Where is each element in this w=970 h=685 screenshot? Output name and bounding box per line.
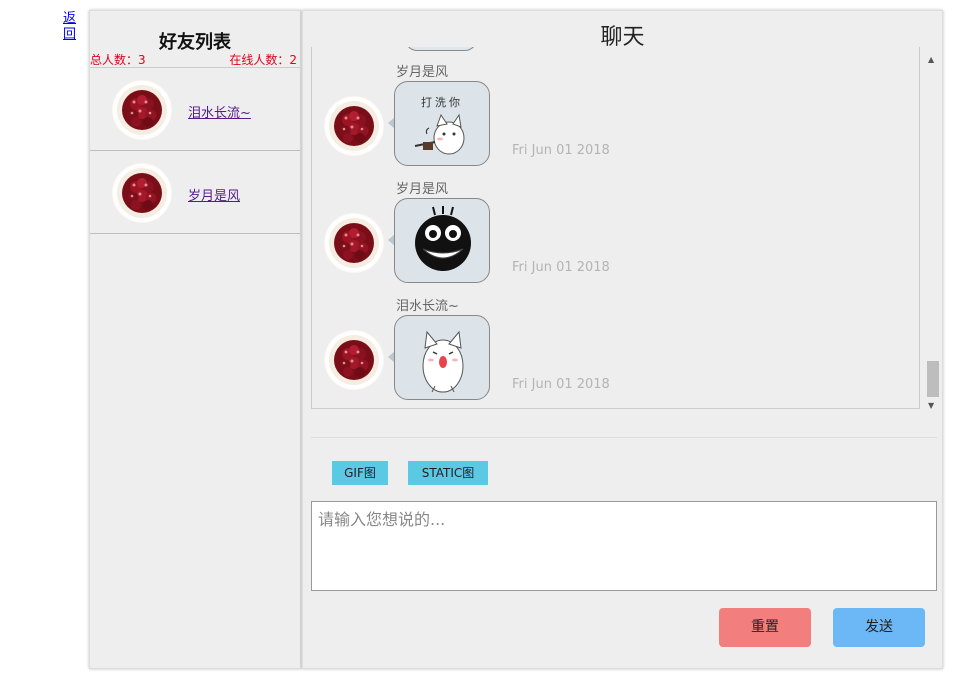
white-cat-cry-sticker-icon [422,330,464,393]
message-bubble [394,198,490,283]
cherries-avatar-icon [324,213,384,273]
message-time: Fri Jun 01 2018 [512,260,610,275]
reset-button[interactable]: 重置 [719,608,811,647]
cherries-avatar-icon [324,330,384,390]
message-item: 泪水长流~ Fri Jun 01 2018 [312,295,912,408]
send-button[interactable]: 发送 [833,608,925,647]
friend-name-link[interactable]: 岁月是风 [188,185,240,204]
cherries-avatar-icon [324,96,384,156]
scroll-thumb[interactable] [927,361,939,397]
friends-panel: 好友列表 总人数：3 在线人数：2 泪水长流~ 岁月是风 [89,10,301,669]
friend-list: 泪水长流~ 岁月是风 [90,67,300,234]
friend-counts: 总人数：3 在线人数：2 [90,51,300,67]
black-blob-grin-sticker-icon [415,206,471,271]
message-scrollbar[interactable]: ▲ ▼ [924,47,942,415]
scroll-up-arrow-icon[interactable]: ▲ [928,55,934,64]
message-sender: 泪水长流~ [396,299,459,314]
total-count: 总人数：3 [90,53,146,67]
message-time: Fri Jun 01 2018 [512,377,610,392]
friend-name-link[interactable]: 泪水长流~ [188,102,251,121]
message-list[interactable]: 岁月是风 打洗你 Fri Jun 01 2018 岁月是风 Fri Jun 01… [311,47,920,409]
message-input[interactable] [311,501,937,591]
message-bubble: 打洗你 [394,81,490,166]
online-count: 在线人数：2 [229,53,297,67]
static-sticker-button[interactable]: STATIC图 [408,461,488,485]
friend-item[interactable]: 泪水长流~ [90,68,300,151]
message-sender: 岁月是风 [396,65,449,80]
friend-item[interactable]: 岁月是风 [90,151,300,234]
cat-laundry-sticker-icon: 打洗你 [414,95,465,155]
cherries-avatar-icon [112,163,172,223]
scroll-down-arrow-icon[interactable]: ▼ [928,401,934,410]
message-item: 岁月是风 Fri Jun 01 2018 [312,178,912,296]
cherries-avatar-icon [112,80,172,140]
message-sender: 岁月是风 [396,182,449,197]
divider [311,437,937,438]
message-bubble [394,315,490,400]
message-time: Fri Jun 01 2018 [512,143,610,158]
chat-panel: 聊天 岁月是风 打洗你 Fri Jun 01 2018 岁月是风 Fri Jun… [302,10,943,669]
gif-sticker-button[interactable]: GIF图 [332,461,388,485]
sticker-caption: 打洗你 [421,95,463,109]
message-item: 岁月是风 打洗你 Fri Jun 01 2018 [312,61,912,179]
back-link[interactable]: 返回 [63,11,77,43]
previous-bubble-fragment [405,47,477,51]
